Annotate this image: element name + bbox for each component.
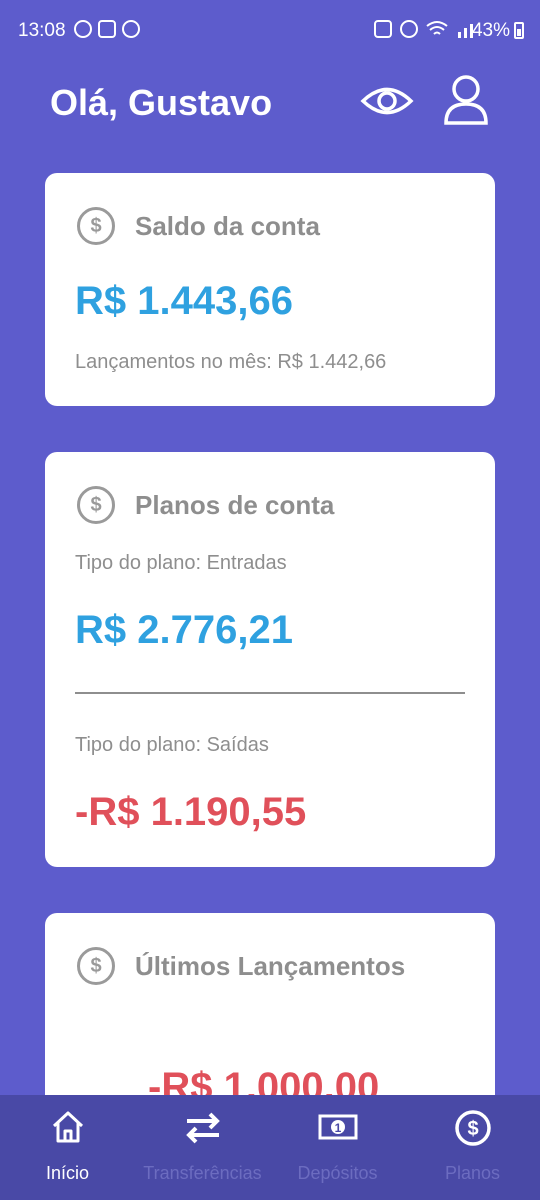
wifi-icon <box>426 21 448 35</box>
expense-amount: -R$ 1.190,55 <box>75 790 307 834</box>
balance-card: $ Saldo da conta R$ 1.443,66 Lançamentos… <box>45 173 495 406</box>
nav-item-planos[interactable]: $ Planos <box>405 1095 540 1200</box>
notification-icons <box>74 20 140 38</box>
battery-icon <box>514 22 524 39</box>
battery-level: 43% <box>471 20 510 41</box>
svg-text:$: $ <box>467 1118 478 1140</box>
nav-label-depositos: Depósitos <box>297 1163 378 1183</box>
status-time: 13:08 <box>18 20 66 41</box>
dollar-circle-icon: $ <box>77 947 115 985</box>
nav-label-transferencias: Transferências <box>143 1163 262 1183</box>
eye-icon <box>360 87 414 115</box>
recent-card-header: $ Últimos Lançamentos <box>77 947 405 985</box>
outlook-icon <box>98 20 116 38</box>
nav-item-inicio[interactable]: Início <box>0 1095 135 1200</box>
profile-button[interactable] <box>441 74 491 126</box>
dollar-circle-icon: $ <box>454 1110 491 1146</box>
whatsapp-icon <box>122 20 140 38</box>
expense-plan-type: Tipo do plano: Saídas <box>75 734 269 756</box>
transfer-arrows-icon <box>185 1112 220 1144</box>
lock-icon <box>374 20 392 38</box>
banknote-icon: 1 <box>318 1114 357 1140</box>
home-icon <box>52 1111 83 1143</box>
account-plans-card: $ Planos de conta Tipo do plano: Entrada… <box>45 452 495 867</box>
greeting-title: Olá, Gustavo <box>50 82 273 123</box>
app-screen: 13:08 43% Olá, Gustavo $ Saldo da conta … <box>0 0 540 1200</box>
status-bar: 13:08 43% <box>0 0 540 60</box>
balance-card-title: Saldo da conta <box>135 210 320 241</box>
dollar-circle-icon: $ <box>77 486 115 524</box>
income-amount: R$ 2.776,21 <box>75 608 293 652</box>
plans-card-header: $ Planos de conta <box>77 486 334 524</box>
toggle-visibility-button[interactable] <box>360 78 414 124</box>
plans-divider <box>75 692 465 694</box>
nav-label-inicio: Início <box>45 1163 90 1183</box>
plans-card-title: Planos de conta <box>135 489 335 520</box>
notification-icon <box>74 20 92 38</box>
user-icon <box>444 75 488 125</box>
alarm-icon <box>400 20 418 38</box>
system-icons <box>374 20 478 38</box>
account-balance: R$ 1.443,66 <box>75 279 293 323</box>
svg-text:1: 1 <box>334 1121 341 1135</box>
nav-label-planos: Planos <box>444 1163 501 1183</box>
balance-card-header: $ Saldo da conta <box>77 207 320 245</box>
nav-item-depositos[interactable]: 1 Depósitos <box>270 1095 405 1200</box>
income-plan-type: Tipo do plano: Entradas <box>75 552 287 574</box>
monthly-entries: Lançamentos no mês: R$ 1.442,66 <box>75 351 387 373</box>
nav-item-transferencias[interactable]: Transferências <box>135 1095 270 1200</box>
recent-card-title: Últimos Lançamentos <box>135 950 406 981</box>
bottom-navigation: Início Transferências 1 Depósitos $ Plan… <box>0 1095 540 1200</box>
dollar-circle-icon: $ <box>77 207 115 245</box>
